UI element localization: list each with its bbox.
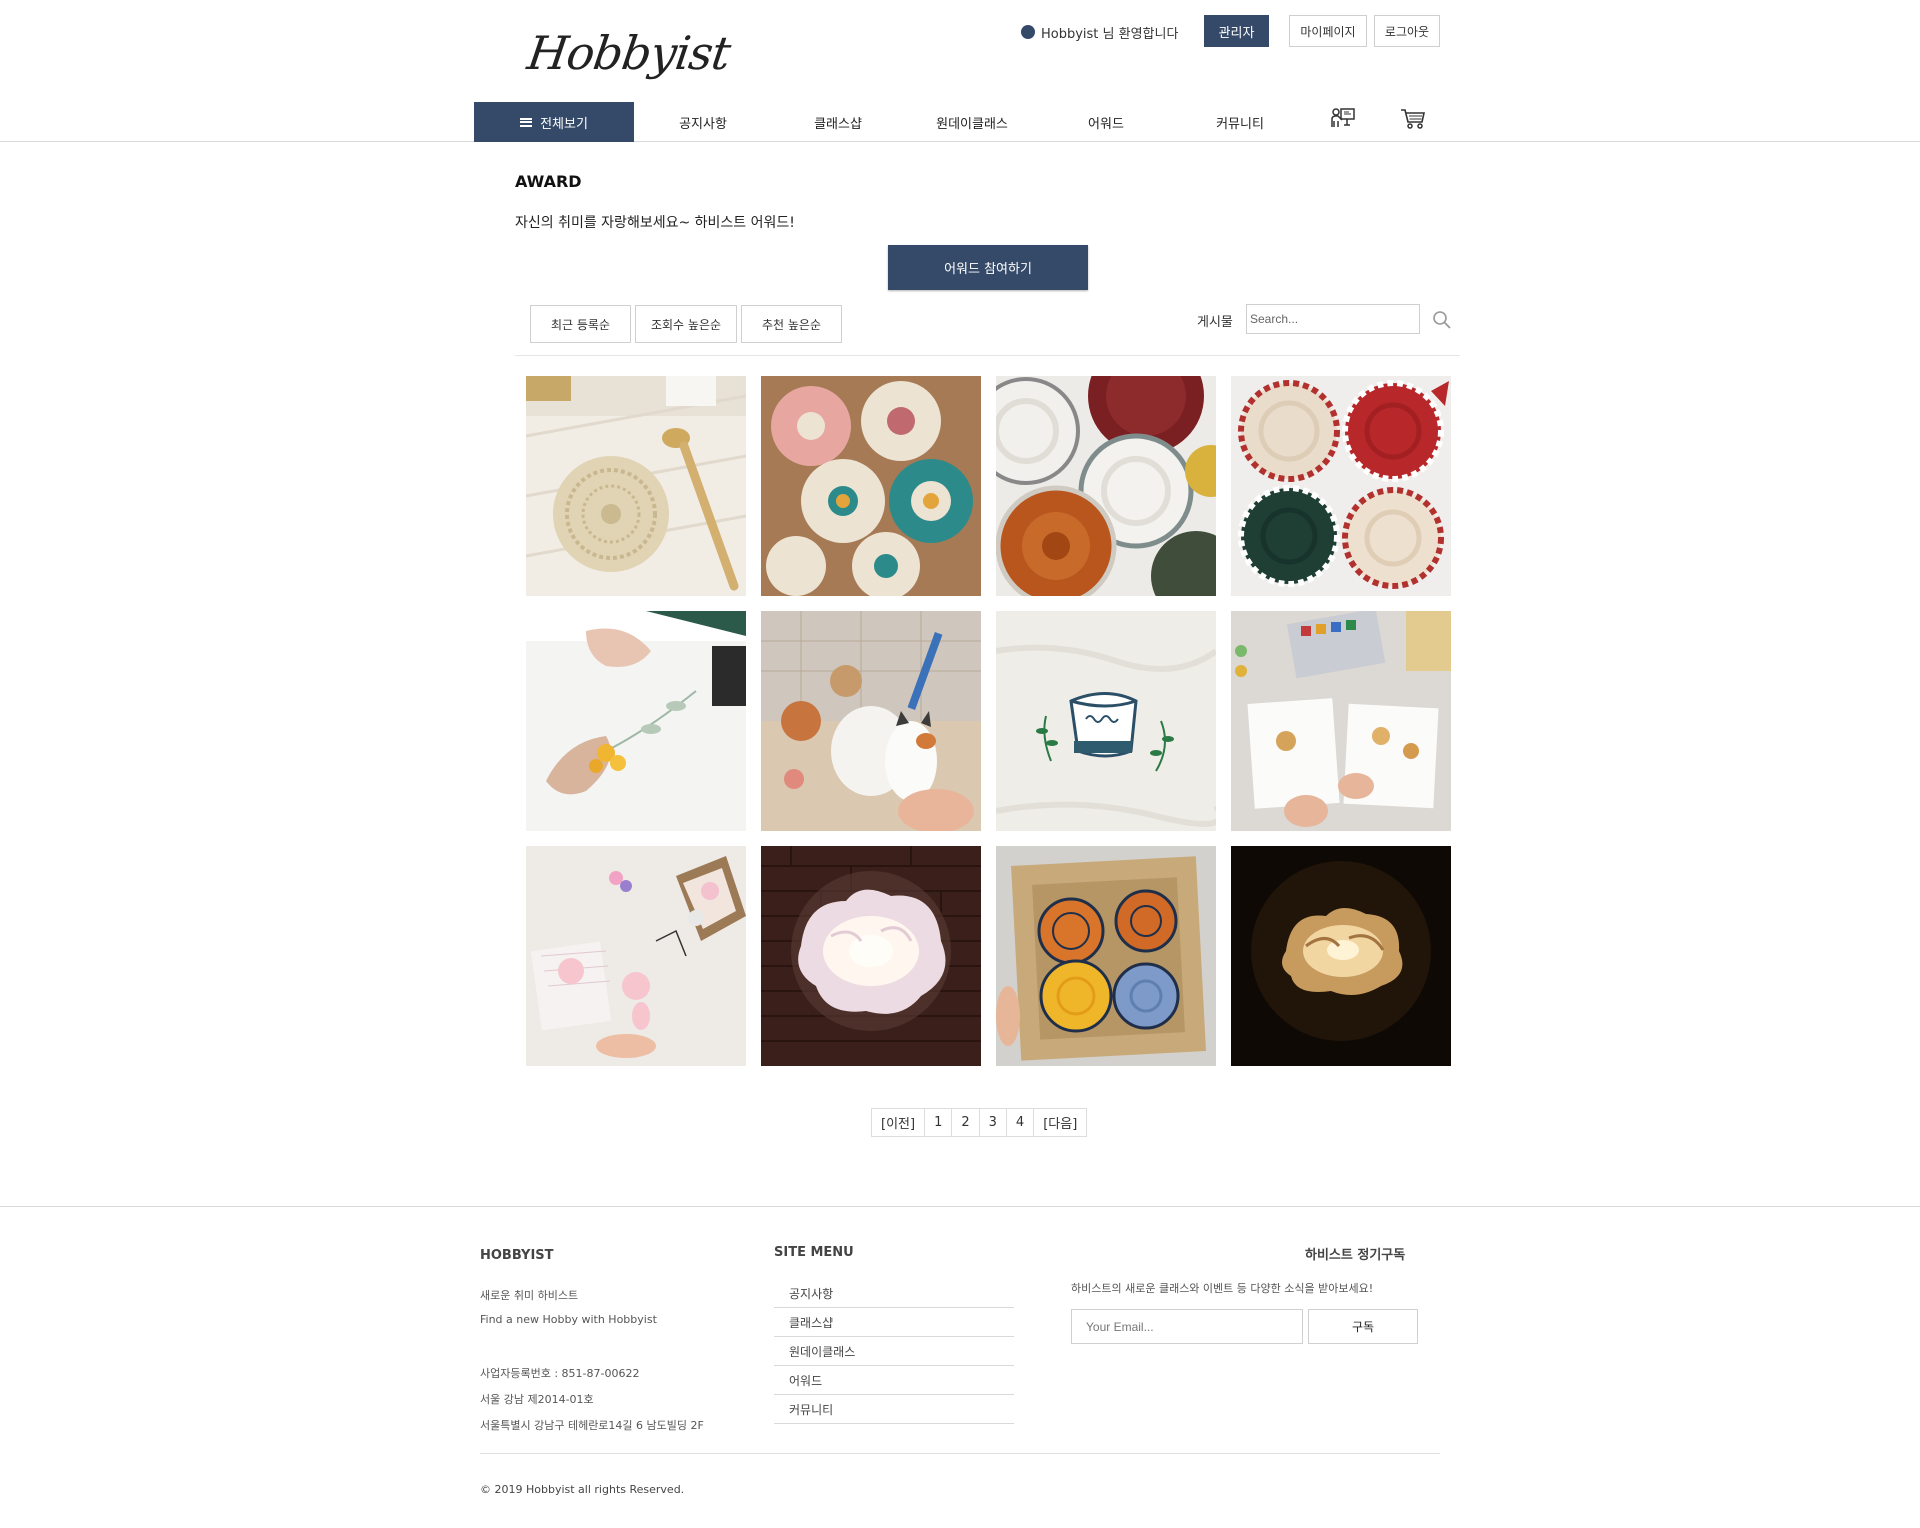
- sort-latest-button[interactable]: 최근 등록순: [530, 305, 631, 343]
- award-gallery: [526, 376, 1451, 1066]
- cart-icon[interactable]: [1396, 102, 1430, 136]
- gallery-image-crochet-doily[interactable]: [526, 376, 746, 596]
- logout-button[interactable]: 로그아웃: [1374, 15, 1440, 47]
- subscribe-button[interactable]: 구독: [1308, 1309, 1418, 1344]
- search-label: 게시물: [1197, 315, 1233, 330]
- pagination-page-2[interactable]: 2: [952, 1109, 980, 1136]
- page-description: 자신의 취미를 자랑해보세요~ 하비스트 어워드!: [515, 215, 795, 231]
- admin-button[interactable]: 관리자: [1204, 15, 1269, 47]
- footer-brand: HOBBYIST: [480, 1248, 554, 1263]
- gallery-image-felt-pigs[interactable]: [526, 846, 746, 1066]
- footer-divider: [0, 1206, 1920, 1207]
- pagination-page-4[interactable]: 4: [1007, 1109, 1035, 1136]
- sort-views-button[interactable]: 조회수 높은순: [635, 305, 737, 343]
- divider: [515, 355, 1460, 356]
- footer-business-number: 사업자등록번호 : 851-87-00622: [480, 1367, 640, 1380]
- gallery-image-lamp-dark[interactable]: [1231, 846, 1451, 1066]
- footer-registration: 서울 강남 제2014-01호: [480, 1393, 594, 1406]
- nav-item-community[interactable]: 커뮤니티: [1185, 102, 1295, 142]
- welcome-message: Hobbyist 님 환영합니다: [1021, 22, 1178, 42]
- main-nav: 전체보기 공지사항 클래스샵 원데이클래스 어워드 커뮤니티: [0, 102, 1920, 142]
- footer-menu-award[interactable]: 어워드: [774, 1366, 1014, 1395]
- footer-site-menu: 공지사항 클래스샵 원데이클래스 어워드 커뮤니티: [774, 1279, 1014, 1424]
- footer-menu-classshop[interactable]: 클래스샵: [774, 1308, 1014, 1337]
- gallery-image-punch-needle-rug[interactable]: [996, 846, 1216, 1066]
- subscribe-description: 하비스트의 새로운 클래스와 이벤트 등 다양한 소식을 받아보세요!: [1071, 1282, 1374, 1295]
- gallery-image-clay-cat[interactable]: [761, 611, 981, 831]
- gallery-image-watercolor-leaves[interactable]: [526, 611, 746, 831]
- page-title: AWARD: [515, 172, 582, 191]
- subscribe-title: 하비스트 정기구독: [1305, 1248, 1406, 1263]
- pagination-page-3[interactable]: 3: [980, 1109, 1007, 1136]
- gallery-image-flower-lamp[interactable]: [761, 846, 981, 1066]
- copyright: © 2019 Hobbyist all rights Reserved.: [480, 1483, 685, 1496]
- footer-address: 서울특별시 강남구 테헤란로14길 6 남도빌딩 2F: [480, 1419, 704, 1432]
- nav-item-oneday[interactable]: 원데이클래스: [917, 102, 1027, 142]
- nav-item-award[interactable]: 어워드: [1051, 102, 1161, 142]
- sort-recommend-button[interactable]: 추천 높은순: [741, 305, 842, 343]
- mypage-button[interactable]: 마이페이지: [1289, 15, 1367, 47]
- gallery-image-flower-mat[interactable]: [761, 376, 981, 596]
- footer-slogan-en: Find a new Hobby with Hobbyist: [480, 1313, 657, 1326]
- footer-menu-notice[interactable]: 공지사항: [774, 1279, 1014, 1308]
- hamburger-icon: [520, 117, 533, 127]
- logo-text: Hobbyist: [524, 26, 734, 80]
- class-board-icon[interactable]: [1326, 102, 1360, 136]
- footer-menu-community[interactable]: 커뮤니티: [774, 1395, 1014, 1424]
- pagination-page-1[interactable]: 1: [925, 1109, 953, 1136]
- pagination-next[interactable]: [다음]: [1034, 1109, 1086, 1136]
- join-award-button[interactable]: 어워드 참여하기: [888, 245, 1088, 290]
- nav-item-notice[interactable]: 공지사항: [648, 102, 758, 142]
- footer-slogan-ko: 새로운 취미 하비스트: [480, 1289, 579, 1302]
- site-logo[interactable]: Hobbyist: [524, 24, 733, 86]
- email-field[interactable]: [1071, 1309, 1303, 1344]
- nav-all-button[interactable]: 전체보기: [474, 102, 634, 142]
- footer-menu-oneday[interactable]: 원데이클래스: [774, 1337, 1014, 1366]
- pagination: [이전] 1 2 3 4 [다음]: [871, 1108, 1088, 1137]
- user-status-icon: [1021, 25, 1035, 39]
- gallery-image-stay-embroidery[interactable]: [996, 611, 1216, 831]
- gallery-image-christmas-coasters[interactable]: [1231, 376, 1451, 596]
- footer-menu-title: SITE MENU: [774, 1245, 854, 1260]
- nav-item-classshop[interactable]: 클래스샵: [783, 102, 893, 142]
- pagination-prev[interactable]: [이전]: [872, 1109, 926, 1136]
- nav-all-label: 전체보기: [540, 116, 588, 132]
- search-input[interactable]: [1246, 304, 1420, 334]
- welcome-text: Hobbyist 님 환영합니다: [1041, 26, 1179, 42]
- gallery-image-watercolor-dogs[interactable]: [1231, 611, 1451, 831]
- footer-bottom-divider: [480, 1453, 1440, 1454]
- search-icon[interactable]: [1432, 310, 1452, 330]
- gallery-image-knitted-coasters[interactable]: [996, 376, 1216, 596]
